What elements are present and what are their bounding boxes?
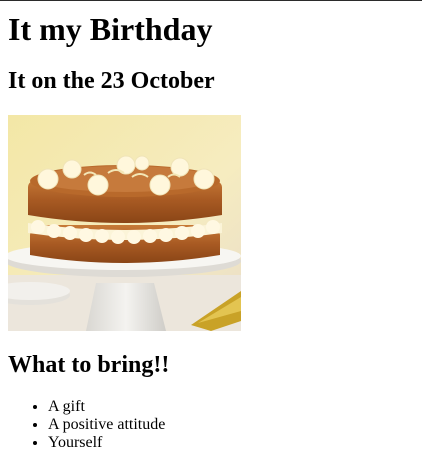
list-item: Yourself xyxy=(48,434,165,452)
bring-list: A gift A positive attitude Yourself xyxy=(8,398,165,452)
bring-heading: What to bring!! xyxy=(8,352,170,378)
cake-photo xyxy=(8,115,241,331)
list-item: A gift xyxy=(48,398,165,416)
date-heading: It on the 23 October xyxy=(8,68,215,94)
page-title: It my Birthday xyxy=(8,11,213,47)
list-item: A positive attitude xyxy=(48,416,165,434)
